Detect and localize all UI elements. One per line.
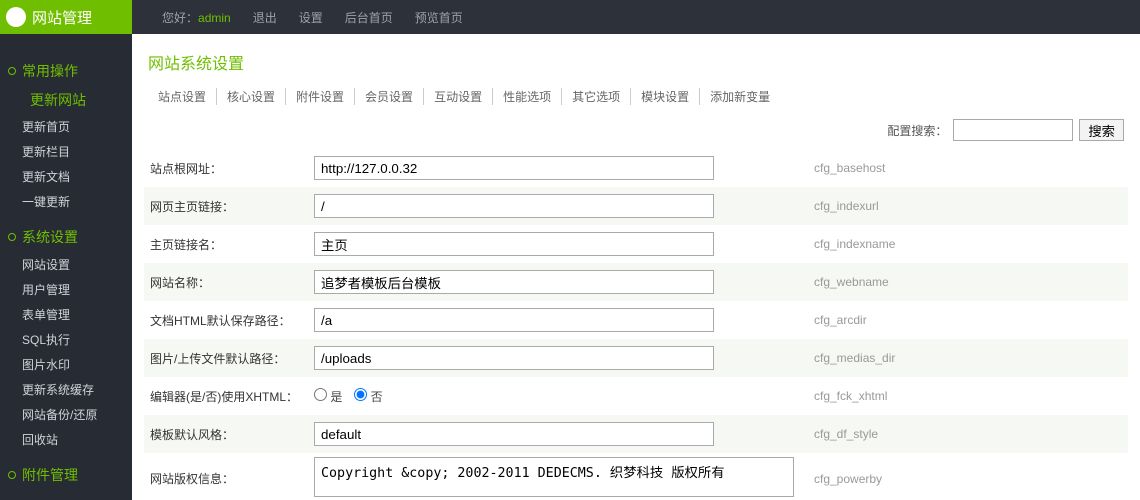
config-input-cell: 是 否 <box>314 388 814 405</box>
config-row: 网站版权信息： cfg_powerby <box>144 453 1128 500</box>
search-button[interactable]: 搜索 <box>1079 119 1124 141</box>
menu-item[interactable]: 更新首页 <box>0 114 132 139</box>
menu-item[interactable]: 更新系统缓存 <box>0 377 132 402</box>
config-row: 文档HTML默认保存路径： cfg_arcdir <box>144 301 1128 339</box>
nav-settings[interactable]: 设置 <box>299 9 323 26</box>
menu-item[interactable]: 网站备份/还原 <box>0 402 132 427</box>
config-input[interactable] <box>314 346 714 370</box>
nav-logout[interactable]: 退出 <box>253 9 277 26</box>
config-input[interactable] <box>314 308 714 332</box>
config-input-cell <box>314 156 814 180</box>
config-varname: cfg_webname <box>814 275 1128 289</box>
tab-performance[interactable]: 性能选项 <box>493 88 562 105</box>
config-input[interactable] <box>314 194 714 218</box>
menu-item[interactable]: 网站设置 <box>0 252 132 277</box>
config-row: 网站名称： cfg_webname <box>144 263 1128 301</box>
config-label: 模板默认风格： <box>144 426 314 443</box>
menu-item[interactable]: 用户管理 <box>0 277 132 302</box>
config-input[interactable] <box>314 422 714 446</box>
config-varname: cfg_medias_dir <box>814 351 1128 365</box>
config-label: 网站名称： <box>144 274 314 291</box>
current-user: admin <box>198 11 231 25</box>
config-form: 站点根网址： cfg_basehost 网页主页链接： cfg_indexurl 主页链… <box>144 149 1128 500</box>
radio-option[interactable]: 是 <box>314 390 342 404</box>
config-row: 编辑器(是/否)使用XHTML： 是 否cfg_fck_xhtml <box>144 377 1128 415</box>
config-input-cell <box>314 422 814 446</box>
config-varname: cfg_df_style <box>814 427 1128 441</box>
radio-option[interactable]: 否 <box>354 390 382 404</box>
menu-item[interactable]: 回收站 <box>0 427 132 452</box>
menu-item[interactable]: SQL执行 <box>0 327 132 352</box>
tab-other[interactable]: 其它选项 <box>562 88 631 105</box>
brand-icon <box>6 7 26 27</box>
config-label: 网页主页链接： <box>144 198 314 215</box>
config-label: 站点根网址： <box>144 160 314 177</box>
config-varname: cfg_basehost <box>814 161 1128 175</box>
config-row: 网页主页链接： cfg_indexurl <box>144 187 1128 225</box>
tab-add-var[interactable]: 添加新变量 <box>700 88 780 105</box>
config-label: 编辑器(是/否)使用XHTML： <box>144 388 314 405</box>
menu-title-attachment[interactable]: 附件管理 <box>0 460 132 490</box>
search-label: 配置搜索： <box>887 122 947 139</box>
config-label: 文档HTML默认保存路径： <box>144 312 314 329</box>
config-input-cell <box>314 457 814 500</box>
nav-admin-home[interactable]: 后台首页 <box>345 9 393 26</box>
search-row: 配置搜索： 搜索 <box>144 115 1128 149</box>
config-input-cell <box>314 270 814 294</box>
brand: 网站管理 <box>0 0 132 34</box>
config-label: 网站版权信息： <box>144 470 314 487</box>
config-varname: cfg_indexurl <box>814 199 1128 213</box>
radio-input[interactable] <box>354 388 367 401</box>
config-textarea[interactable] <box>314 457 794 497</box>
tabs: 站点设置 核心设置 附件设置 会员设置 互动设置 性能选项 其它选项 模块设置 … <box>144 84 1128 115</box>
brand-text: 网站管理 <box>32 7 92 28</box>
config-input-cell <box>314 308 814 332</box>
tab-module[interactable]: 模块设置 <box>631 88 700 105</box>
config-label: 图片/上传文件默认路径： <box>144 350 314 367</box>
config-input[interactable] <box>314 270 714 294</box>
menu-item[interactable]: 更新栏目 <box>0 139 132 164</box>
menu-item[interactable]: 表单管理 <box>0 302 132 327</box>
config-input[interactable] <box>314 232 714 256</box>
nav-preview-home[interactable]: 预览首页 <box>415 9 463 26</box>
top-nav: 您好：admin 退出 设置 后台首页 预览首页 <box>132 9 463 26</box>
tab-site[interactable]: 站点设置 <box>148 88 217 105</box>
config-row: 模板默认风格： cfg_df_style <box>144 415 1128 453</box>
page-title: 网站系统设置 <box>144 44 1128 84</box>
config-row: 图片/上传文件默认路径： cfg_medias_dir <box>144 339 1128 377</box>
config-input[interactable] <box>314 156 714 180</box>
tab-attachment[interactable]: 附件设置 <box>286 88 355 105</box>
config-varname: cfg_fck_xhtml <box>814 389 1128 403</box>
search-input[interactable] <box>953 119 1073 141</box>
tab-interaction[interactable]: 互动设置 <box>424 88 493 105</box>
config-varname: cfg_indexname <box>814 237 1128 251</box>
menu-item[interactable]: 一键更新 <box>0 189 132 214</box>
menu-item[interactable]: 图片水印 <box>0 352 132 377</box>
hello-text: 您好：admin <box>162 9 231 26</box>
config-row: 主页链接名： cfg_indexname <box>144 225 1128 263</box>
config-radio-group: 是 否 <box>314 388 814 405</box>
menu-title-common[interactable]: 常用操作 <box>0 56 132 86</box>
menu-title-system[interactable]: 系统设置 <box>0 222 132 252</box>
config-varname: cfg_arcdir <box>814 313 1128 327</box>
tab-core[interactable]: 核心设置 <box>217 88 286 105</box>
menu-sub-update-site[interactable]: 更新网站 <box>0 86 132 114</box>
config-input-cell <box>314 346 814 370</box>
tab-member[interactable]: 会员设置 <box>355 88 424 105</box>
sidebar: 常用操作 更新网站 更新首页 更新栏目 更新文档 一键更新 系统设置 网站设置 … <box>0 34 132 500</box>
radio-input[interactable] <box>314 388 327 401</box>
config-row: 站点根网址： cfg_basehost <box>144 149 1128 187</box>
config-input-cell <box>314 232 814 256</box>
config-label: 主页链接名： <box>144 236 314 253</box>
menu-item[interactable]: 更新文档 <box>0 164 132 189</box>
top-bar: 网站管理 您好：admin 退出 设置 后台首页 预览首页 <box>0 0 1140 34</box>
config-input-cell <box>314 194 814 218</box>
main-content: 网站系统设置 站点设置 核心设置 附件设置 会员设置 互动设置 性能选项 其它选… <box>132 34 1140 500</box>
config-varname: cfg_powerby <box>814 472 1128 486</box>
